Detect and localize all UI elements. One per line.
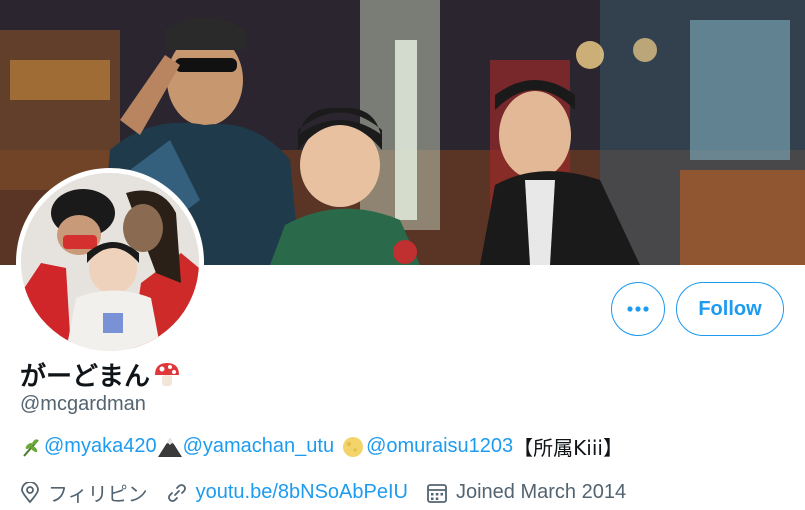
more-options-button[interactable]: [611, 282, 665, 336]
profile-meta: フィリピン youtu.be/8bNSoAbPeIU Joined March …: [20, 478, 644, 507]
display-name-text: がーどまん: [20, 362, 151, 392]
location-icon: [21, 481, 39, 503]
more-icon: [627, 306, 649, 312]
bio-mention-yamachan-utu[interactable]: @yamachan_utu: [183, 435, 335, 458]
mountain-emoji: [157, 437, 182, 457]
handle: @mcgardman: [20, 393, 146, 415]
moon-emoji: [343, 436, 364, 457]
calendar-icon: [427, 483, 447, 503]
mushroom-emoji: [155, 362, 180, 386]
profile-avatar[interactable]: [16, 168, 204, 356]
website[interactable]: youtu.be/8bNSoAbPeIU: [166, 481, 408, 504]
follow-button-label: Follow: [698, 297, 762, 320]
display-name: がーどまん: [20, 356, 182, 393]
avatar-photo: [21, 173, 199, 351]
location-text: フィリピン: [48, 484, 148, 506]
follow-button[interactable]: Follow: [676, 282, 784, 336]
joined-text: Joined March 2014: [455, 481, 627, 503]
bio: @myaka420 @yamachan_utu @omuraisu1203 【所…: [20, 432, 623, 461]
website-link[interactable]: youtu.be/8bNSoAbPeIU: [196, 481, 408, 504]
bio-mention-myaka420[interactable]: @myaka420: [44, 435, 157, 458]
location: フィリピン: [20, 478, 148, 507]
bio-mention-omuraisu1203[interactable]: @omuraisu1203: [366, 435, 513, 458]
herb-emoji: [23, 438, 39, 457]
link-icon: [167, 483, 186, 502]
joined-date: Joined March 2014: [426, 481, 626, 504]
bio-affiliation: 【所属Kiii】: [513, 436, 623, 460]
